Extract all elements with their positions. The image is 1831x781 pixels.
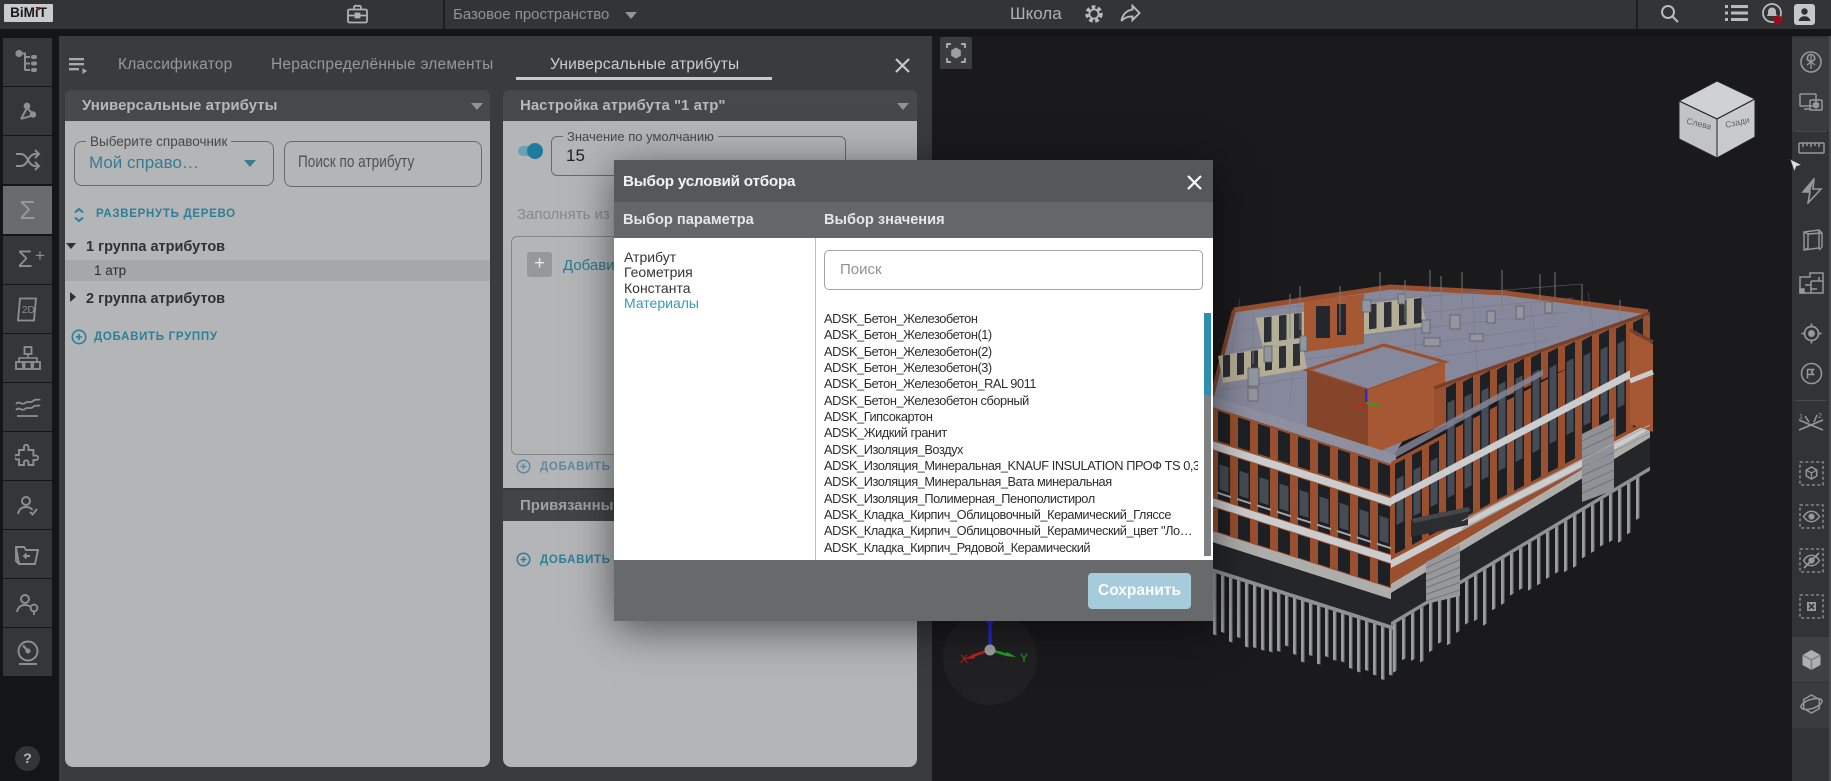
svg-text:Y: Y [1020,651,1028,665]
svg-text:1: 1 [1799,414,1803,421]
svg-text:X: X [960,652,968,666]
svg-text:2D: 2D [22,305,35,316]
svg-text:2: 2 [1818,413,1822,420]
